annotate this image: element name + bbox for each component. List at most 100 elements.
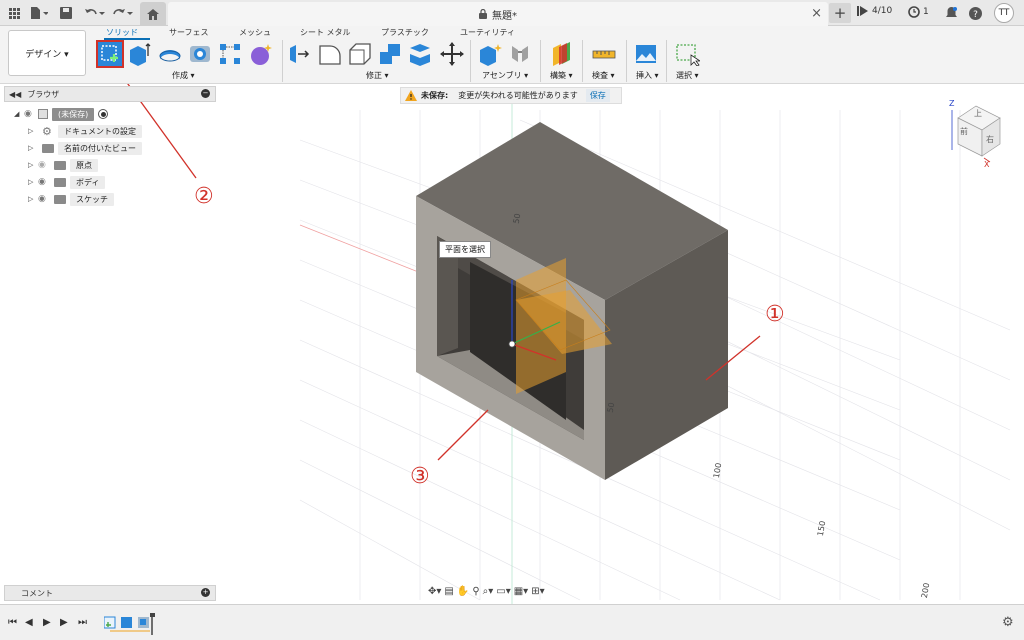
visibility-eye-icon[interactable]: ◉ [38,194,52,204]
joint-icon[interactable] [508,42,532,66]
document-tab[interactable]: 無題* × [168,2,828,26]
collapse-panel-icon[interactable]: ◀◀ [9,90,21,99]
warning-title: 未保存: [421,91,449,100]
viewports-icon[interactable]: ⊞▾ [531,586,544,597]
expand-arrow-icon[interactable]: ▷ [28,127,38,135]
origin-point[interactable] [508,340,516,348]
expand-arrow-icon[interactable]: ▷ [28,144,38,152]
save-button[interactable]: 保存 [585,89,610,102]
tree-root[interactable]: ◢ ◉ (未保存) [14,107,109,121]
timeline-last-icon[interactable]: ⏭ [78,617,87,628]
orbit-icon[interactable]: ✥▾ [428,586,441,597]
select-box-icon[interactable] [676,42,702,67]
browser-panel-header[interactable]: ◀◀ ブラウザ − [4,86,216,102]
hole-icon[interactable] [188,42,212,66]
browser-collapse-icon[interactable]: − [201,89,210,98]
timeline-settings-gear-icon[interactable]: ⚙ [1002,615,1014,630]
document-title: 無題* [492,10,517,22]
revolve-icon[interactable] [158,42,182,66]
insert-group-label[interactable]: 挿入 ▾ [636,70,659,81]
expand-arrow-icon[interactable]: ◢ [14,110,24,118]
clock-icon [908,6,920,18]
workspace-switcher-button[interactable]: デザイン ▾ [8,30,86,76]
home-tab[interactable] [140,2,166,26]
toolbar-separator [666,40,667,82]
display-settings-icon[interactable]: ▭▾ [496,586,510,597]
expand-arrow-icon[interactable]: ▷ [28,178,38,186]
chamfer-icon[interactable] [348,42,372,66]
home-icon [147,8,159,20]
tree-item-label: スケッチ [70,192,114,206]
fillet-icon[interactable] [318,42,342,66]
grid-settings-icon[interactable]: ▦▾ [514,586,528,597]
expand-arrow-icon[interactable]: ▷ [28,161,38,169]
move-icon[interactable] [440,42,464,66]
tree-item-sketches[interactable]: ▷ ◉ スケッチ [28,192,114,206]
file-menu-icon[interactable] [28,3,50,23]
pan-hand-icon[interactable]: ✋ [457,586,469,597]
save-disk-icon[interactable] [58,3,74,23]
tab-sheet-metal[interactable]: シート メタル [300,27,351,38]
visibility-eye-icon[interactable]: ◉ [38,177,52,187]
tab-mesh[interactable]: メッシュ [239,27,271,38]
tree-item-document-settings[interactable]: ▷ ⚙ ドキュメントの設定 [28,124,142,138]
new-component-icon[interactable] [478,42,502,66]
tree-item-origin[interactable]: ▷ ◉ 原点 [28,158,98,172]
offset-plane-icon[interactable] [550,42,574,66]
job-status-icon [857,6,868,16]
visibility-eye-icon[interactable]: ◉ [38,160,52,170]
activate-radio-icon[interactable] [98,109,109,119]
insert-image-icon[interactable] [634,42,658,66]
close-tab-icon[interactable]: × [811,6,822,21]
construct-group-label[interactable]: 構築 ▾ [550,70,573,81]
zoom-icon[interactable]: ⚲ [472,586,479,597]
viewcube-top-label[interactable]: 上 [974,108,982,119]
timeline-first-icon[interactable]: ⏮ [8,617,17,628]
tree-item-bodies[interactable]: ▷ ◉ ボディ [28,175,106,189]
clock-status[interactable]: 1 [908,6,929,18]
create-sketch-icon[interactable] [96,40,124,68]
new-tab-button[interactable]: + [829,3,851,23]
3d-viewport[interactable] [0,84,1024,604]
tab-solid[interactable]: ソリッド [106,27,138,38]
assemble-group-label[interactable]: アセンブリ ▾ [482,70,528,81]
toolbar: デザイン ▾ ソリッド サーフェス メッシュ シート メタル プラスチック ユー… [0,26,1024,84]
expand-arrow-icon[interactable]: ▷ [28,195,38,203]
viewcube-front-label[interactable]: 前 [960,126,968,137]
create-group-label[interactable]: 作成 ▾ [172,70,195,81]
add-comment-icon[interactable]: + [201,588,210,597]
app-grid-icon[interactable] [6,3,22,23]
pattern-icon[interactable] [218,42,242,66]
timeline-next-icon[interactable]: ▶ [60,617,68,628]
visibility-eye-icon[interactable]: ◉ [24,109,38,119]
press-pull-icon[interactable] [288,42,312,66]
measure-icon[interactable] [592,42,616,66]
inspect-group-label[interactable]: 検査 ▾ [592,70,615,81]
timeline-play-icon[interactable]: ▶ [43,617,51,628]
redo-icon[interactable] [110,3,136,23]
tree-item-named-views[interactable]: ▷ 名前の付いたビュー [28,141,142,155]
look-at-icon[interactable]: ▤ [444,586,453,597]
comments-panel-header[interactable]: コメント + [4,585,216,601]
extrude-icon[interactable] [128,42,152,66]
tab-surface[interactable]: サーフェス [169,27,209,38]
modify-group-label[interactable]: 修正 ▾ [366,70,389,81]
user-avatar[interactable]: TT [994,3,1014,23]
dimension-label: 50 [511,212,523,225]
viewcube-right-label[interactable]: 右 [986,134,994,145]
tab-utilities[interactable]: ユーティリティ [460,27,515,38]
undo-icon[interactable] [82,3,108,23]
timeline-features[interactable] [104,613,156,635]
help-icon[interactable]: ? [968,3,982,23]
combine-icon[interactable] [378,42,402,66]
select-group-label[interactable]: 選択 ▾ [676,70,699,81]
tab-plastic[interactable]: プラスチック [381,27,429,38]
create-form-icon[interactable] [248,42,272,66]
fit-zoom-icon[interactable]: ⌕▾ [483,586,494,597]
timeline-prev-icon[interactable]: ◀ [25,617,33,628]
folder-icon [54,177,66,187]
split-body-icon[interactable] [408,42,432,66]
notification-bell-icon[interactable] [944,3,958,23]
job-status[interactable]: 4/10 [857,6,892,16]
browser-title: ブラウザ [27,89,60,99]
